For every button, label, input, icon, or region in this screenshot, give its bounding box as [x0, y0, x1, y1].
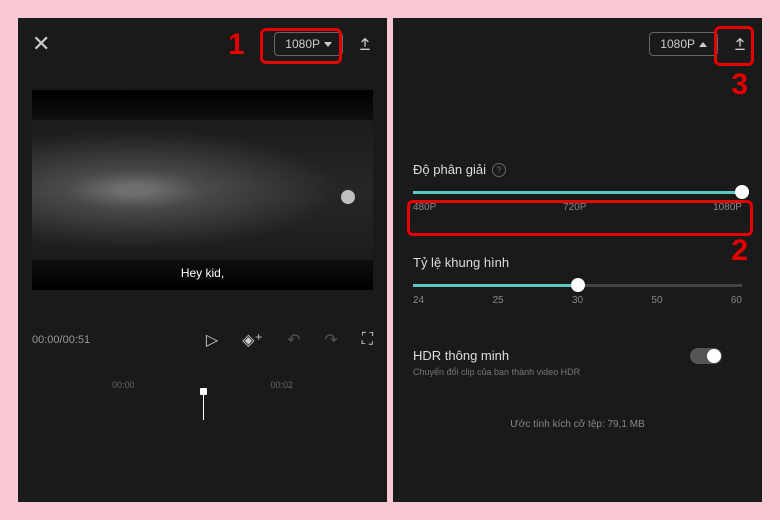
export-icon[interactable] — [732, 35, 748, 53]
hdr-toggle[interactable] — [690, 348, 722, 364]
resolution-slider[interactable] — [413, 191, 742, 194]
annotation-number-1: 1 — [228, 28, 245, 62]
hdr-title: HDR thông minh — [413, 348, 580, 363]
resolution-section: Độ phân giải ? 480P 720P 1080P — [393, 150, 762, 225]
redo-icon[interactable]: ↷ — [324, 330, 337, 350]
export-panel: 1080P 3 Độ phân giải ? 480P 720P — [393, 18, 762, 502]
timeline-tick: 00:02 — [270, 380, 293, 390]
video-caption: Hey kid, — [181, 266, 224, 280]
resolution-label: 1080P — [660, 37, 695, 51]
resolution-title: Độ phân giải — [413, 162, 486, 177]
timeline-tick: 00:00 — [112, 380, 135, 390]
header: 1080P — [393, 18, 762, 70]
annotation-number-2: 2 — [731, 234, 748, 268]
chevron-up-icon — [699, 42, 707, 47]
resolution-button[interactable]: 1080P — [649, 32, 718, 56]
help-icon[interactable]: ? — [492, 163, 506, 177]
slider-label: 24 — [413, 295, 424, 306]
editor-panel: ✕ 1080P 1 Hey kid, 00:00/00:51 ▷ ◈⁺ ↶ — [18, 18, 387, 502]
framerate-section: Tỷ lệ khung hình 24 25 30 50 60 — [393, 243, 762, 318]
play-icon[interactable]: ▷ — [206, 330, 218, 350]
video-preview[interactable]: Hey kid, — [32, 90, 373, 290]
slider-label: 50 — [651, 295, 662, 306]
framerate-slider[interactable] — [413, 284, 742, 287]
header: ✕ 1080P — [18, 18, 387, 70]
filesize-estimate: Ước tính kích cỡ tệp: 79,1 MB — [393, 419, 762, 430]
resolution-button[interactable]: 1080P — [274, 32, 343, 56]
playhead[interactable] — [203, 392, 204, 420]
slider-label: 720P — [563, 202, 586, 213]
slider-label: 30 — [572, 295, 583, 306]
timeline[interactable]: 00:00 00:02 — [32, 380, 373, 420]
resolution-label: 1080P — [285, 37, 320, 51]
playback-bar: 00:00/00:51 ▷ ◈⁺ ↶ ↷ ⛶ — [18, 290, 387, 360]
fullscreen-icon[interactable]: ⛶ — [362, 331, 373, 349]
slider-label: 25 — [492, 295, 503, 306]
undo-icon[interactable]: ↶ — [287, 330, 300, 350]
framerate-title: Tỷ lệ khung hình — [413, 255, 509, 270]
slider-label: 60 — [731, 295, 742, 306]
annotation-number-3: 3 — [731, 68, 748, 102]
keyframe-icon[interactable]: ◈⁺ — [242, 330, 263, 350]
time-display: 00:00/00:51 — [32, 334, 90, 346]
slider-label: 1080P — [713, 202, 742, 213]
record-indicator — [341, 190, 355, 204]
chevron-down-icon — [324, 42, 332, 47]
close-icon[interactable]: ✕ — [32, 31, 50, 57]
hdr-subtitle: Chuyển đổi clip của bạn thành video HDR — [413, 367, 580, 377]
slider-thumb[interactable] — [571, 278, 585, 292]
export-icon[interactable] — [357, 35, 373, 53]
slider-thumb[interactable] — [735, 185, 749, 199]
hdr-section: HDR thông minh Chuyển đổi clip của bạn t… — [393, 336, 762, 389]
slider-label: 480P — [413, 202, 436, 213]
